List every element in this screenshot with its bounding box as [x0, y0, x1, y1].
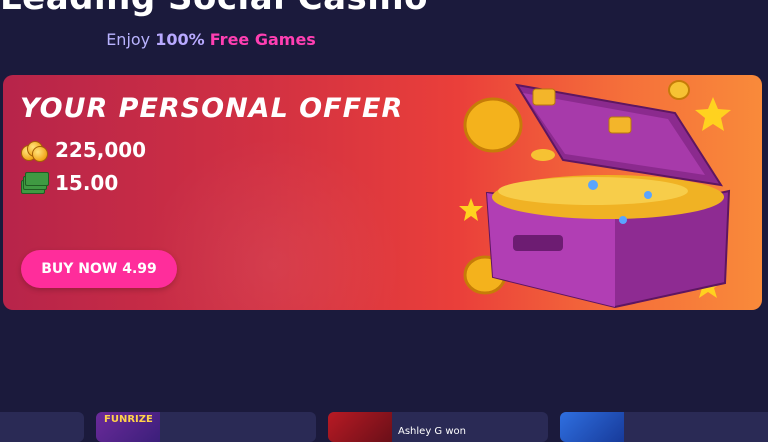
- personal-offer-banner[interactable]: YOUR PERSONAL OFFER 225,000 15.00 BUY NO…: [3, 75, 762, 310]
- offer-title: YOUR PERSONAL OFFER: [20, 93, 404, 124]
- hero-subtitle: Enjoy 100% Free Games: [0, 30, 422, 49]
- game-card[interactable]: [560, 412, 768, 442]
- hero-subtitle-free: Free Games: [209, 30, 316, 49]
- hero-subtitle-percent: 100%: [155, 30, 205, 49]
- hero-title: Leading Social Casino: [0, 0, 427, 18]
- offer-cash-row: 15.00: [21, 171, 118, 195]
- offer-coins-value: 225,000: [55, 138, 147, 162]
- game-card-text: FUNRIZE: [104, 414, 153, 425]
- star-icon: [459, 198, 483, 221]
- cash-bills-icon: [21, 172, 49, 194]
- game-card[interactable]: Ashley G won: [328, 412, 548, 442]
- hero-subtitle-prefix: Enjoy: [106, 30, 156, 49]
- treasure-chest-illustration: [459, 80, 731, 309]
- game-thumbnail: [560, 412, 624, 442]
- gold-coins-icon: [21, 139, 48, 162]
- game-card[interactable]: FUNRIZE: [96, 412, 316, 442]
- star-icon: [695, 97, 731, 131]
- offer-coins-row: 225,000: [21, 138, 146, 162]
- game-thumbnail: [328, 412, 392, 442]
- buy-now-button[interactable]: BUY NOW 4.99: [21, 250, 177, 288]
- game-card[interactable]: [0, 412, 84, 442]
- offer-cash-value: 15.00: [55, 171, 119, 195]
- game-cards-row: FUNRIZE Ashley G won: [0, 412, 768, 442]
